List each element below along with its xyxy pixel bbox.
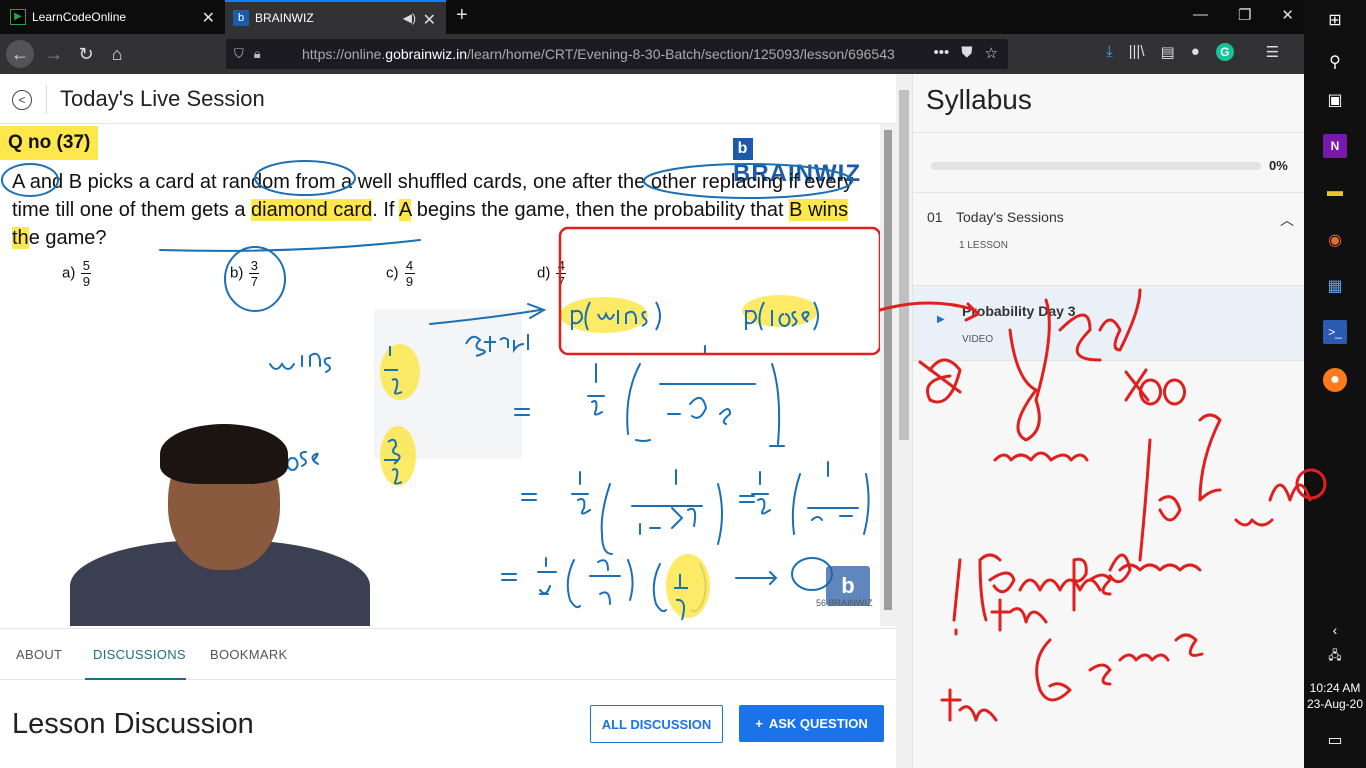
tab-label: BRAINWIZ bbox=[255, 11, 314, 25]
learncodeonline-favicon-icon: ▶ bbox=[10, 9, 26, 25]
restore-icon[interactable]: ❐ bbox=[1238, 6, 1251, 24]
active-tab-indicator bbox=[85, 678, 186, 680]
tab-label: LearnCodeOnline bbox=[32, 10, 127, 24]
search-icon[interactable]: ⚲ bbox=[1323, 50, 1347, 74]
watermark-number-value: 56 bbox=[816, 598, 827, 608]
course-progress-bar bbox=[931, 162, 1261, 170]
sidebar-icon[interactable]: ▤ bbox=[1161, 43, 1175, 61]
url-prefix: https://online. bbox=[302, 46, 386, 62]
syllabus-title: Syllabus bbox=[926, 84, 1032, 115]
section-lesson-count: 1 LESSON bbox=[959, 240, 1008, 251]
section-title[interactable]: Today's Sessions bbox=[956, 209, 1064, 225]
home-icon[interactable]: ⌂ bbox=[103, 40, 131, 68]
chevron-up-icon[interactable]: ︿ bbox=[1280, 210, 1294, 230]
page-scroll-thumb[interactable] bbox=[899, 90, 909, 440]
reload-icon[interactable]: ↻ bbox=[72, 40, 100, 68]
tab-bookmark[interactable]: BOOKMARK bbox=[210, 647, 288, 662]
tab-about[interactable]: ABOUT bbox=[16, 647, 62, 662]
powershell-icon[interactable]: >_ bbox=[1323, 320, 1347, 344]
library-icon[interactable]: |||\ bbox=[1129, 43, 1145, 61]
video-player[interactable]: Q no (37) bBRAINWIZ A and B picks a card… bbox=[0, 124, 880, 626]
presenter-hair bbox=[160, 424, 288, 484]
divider bbox=[913, 132, 1305, 133]
download-icon[interactable]: ⤓ bbox=[1106, 43, 1113, 61]
forward-arrow-icon[interactable]: → bbox=[40, 40, 68, 68]
divider bbox=[913, 192, 1305, 193]
more-actions-icon[interactable]: ••• bbox=[934, 44, 950, 62]
all-discussion-button[interactable]: ALL DISCUSSION bbox=[590, 705, 723, 743]
window-controls: — ❐ ✕ bbox=[1193, 6, 1294, 24]
lesson-header: < Today's Live Session bbox=[0, 74, 896, 124]
page-title: Today's Live Session bbox=[60, 86, 265, 111]
firefox-icon[interactable]: ● bbox=[1323, 368, 1347, 392]
windows-taskbar: ⊞ ⚲ ▣ N ▬ ◉ ▦ >_ ● ‹ 🖧︎ 10:24 AM 23-Aug-… bbox=[1304, 0, 1366, 768]
url-bar-actions: ••• ⛊ ☆ bbox=[934, 44, 998, 62]
pocket-icon[interactable]: ⛊ bbox=[961, 44, 972, 62]
brainwiz-favicon-icon: b bbox=[233, 10, 249, 26]
navigation-bar: ← → ↻ ⌂ ⛉ 🔒︎ https://online. gobrainwiz.i… bbox=[0, 34, 1304, 74]
chevron-up-icon[interactable]: ‹ bbox=[1323, 618, 1347, 642]
lesson-name: Probability Day 3 bbox=[962, 303, 1076, 319]
browser-toolbar: ⤓ |||\ ▤ ● G ☰ bbox=[1106, 43, 1279, 61]
ask-question-label: ASK QUESTION bbox=[768, 716, 868, 731]
new-tab-icon[interactable]: + bbox=[456, 4, 468, 27]
menu-icon[interactable]: ☰ bbox=[1266, 43, 1279, 61]
speaker-icon[interactable]: ◀) bbox=[403, 11, 416, 25]
network-icon[interactable]: 🖧︎ bbox=[1323, 644, 1347, 668]
discussion-title: Lesson Discussion bbox=[12, 708, 254, 740]
video-scroll-thumb[interactable] bbox=[884, 130, 892, 610]
windows-start-icon[interactable]: ⊞ bbox=[1323, 8, 1347, 32]
lesson-type: VIDEO bbox=[962, 334, 994, 345]
media-player-icon[interactable]: ◉ bbox=[1323, 228, 1347, 252]
back-circle-icon[interactable]: < bbox=[12, 90, 32, 110]
plus-icon: + bbox=[755, 716, 763, 731]
video-scrollbar[interactable] bbox=[880, 124, 896, 626]
bookmark-star-icon[interactable]: ☆ bbox=[985, 44, 998, 62]
tab-learncodeonline[interactable]: ▶ LearnCodeOnline ✕ bbox=[0, 0, 225, 34]
onenote-icon[interactable]: N bbox=[1323, 134, 1347, 158]
clock-time: 10:24 AM bbox=[1309, 681, 1361, 695]
url-host: gobrainwiz.in bbox=[385, 46, 467, 62]
tab-discussions[interactable]: DISCUSSIONS bbox=[93, 647, 186, 662]
url-bar-security: ⛉ 🔒︎ bbox=[234, 46, 261, 62]
lesson-tabs: ABOUT DISCUSSIONS BOOKMARK bbox=[0, 628, 896, 680]
header-divider bbox=[46, 84, 47, 114]
close-tab-icon[interactable]: ✕ bbox=[423, 10, 436, 30]
page-scrollbar[interactable] bbox=[896, 74, 912, 768]
taskbar-clock[interactable]: 10:24 AM 23-Aug-20 bbox=[1304, 680, 1366, 712]
lock-icon[interactable]: 🔒︎ bbox=[254, 46, 261, 62]
ask-question-button[interactable]: + ASK QUESTION bbox=[739, 705, 884, 742]
grammarly-icon[interactable]: G bbox=[1215, 43, 1234, 61]
close-window-icon[interactable]: ✕ bbox=[1281, 6, 1294, 24]
minimize-icon[interactable]: — bbox=[1193, 6, 1208, 24]
close-tab-icon[interactable]: ✕ bbox=[202, 8, 215, 28]
task-view-icon[interactable]: ▣ bbox=[1323, 88, 1347, 112]
shield-icon[interactable]: ⛉ bbox=[234, 46, 244, 62]
watermark-brand: BRAINWIZ bbox=[828, 598, 873, 608]
tab-brainwiz[interactable]: b BRAINWIZ ◀) ✕ bbox=[225, 0, 446, 34]
progress-percent: 0% bbox=[1269, 158, 1288, 173]
section-number[interactable]: 01 bbox=[927, 209, 943, 225]
syllabus-panel: Syllabus 0% 01 Today's Sessions 1 LESSON… bbox=[912, 74, 1305, 768]
account-icon[interactable]: ● bbox=[1191, 43, 1200, 61]
notifications-icon[interactable]: ▭ bbox=[1323, 728, 1347, 752]
lesson-item-probability-day-3[interactable]: ▶ Probability Day 3 VIDEO bbox=[913, 285, 1305, 361]
play-icon: ▶ bbox=[937, 314, 945, 325]
url-bar[interactable]: ⛉ 🔒︎ https://online. gobrainwiz.in/learn/… bbox=[226, 39, 1008, 69]
url-path: /learn/home/CRT/Evening-8-30-Batch/secti… bbox=[467, 46, 895, 62]
presenter-video bbox=[50, 424, 410, 626]
browser-tab-bar: ▶ LearnCodeOnline ✕ b BRAINWIZ ◀) ✕ + — … bbox=[0, 0, 1304, 34]
watermark-number: 56 BRAINWIZ bbox=[816, 598, 873, 608]
back-arrow-icon[interactable]: ← bbox=[6, 40, 34, 68]
clock-date: 23-Aug-20 bbox=[1306, 697, 1364, 711]
file-explorer-icon[interactable]: ▬ bbox=[1323, 180, 1347, 204]
calculator-icon[interactable]: ▦ bbox=[1323, 274, 1347, 298]
